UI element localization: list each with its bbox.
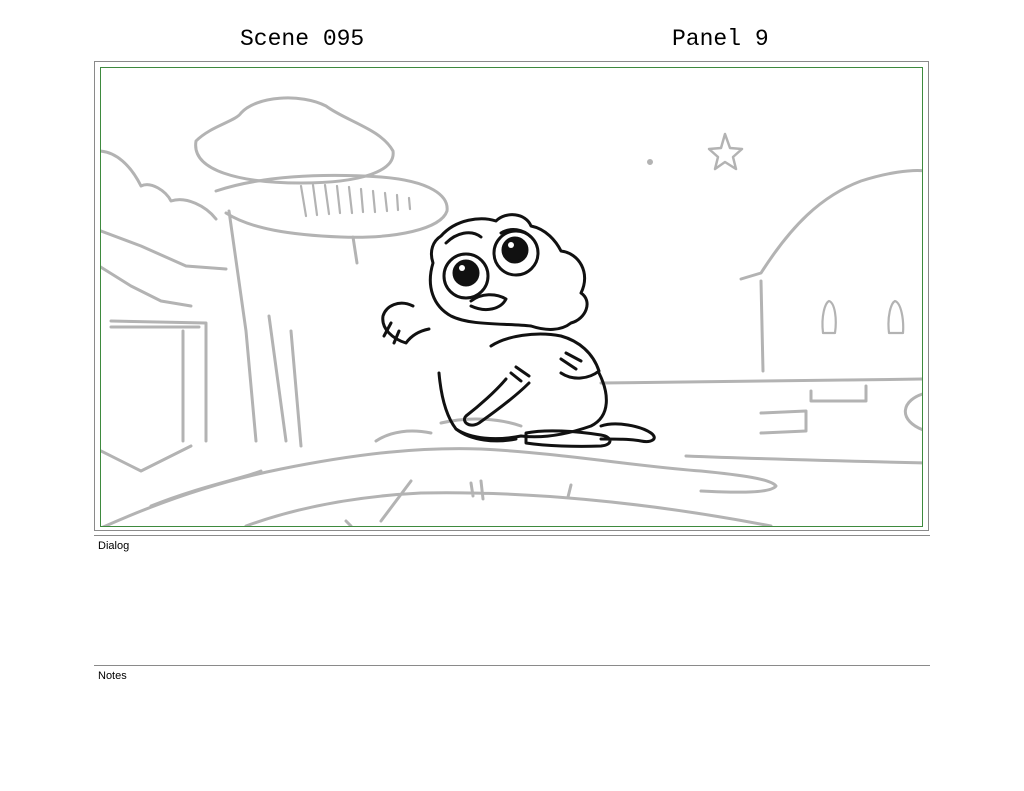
hill (101, 447, 778, 526)
notes-divider (94, 665, 930, 666)
right-window-1 (821, 299, 837, 335)
dialog-text[interactable] (98, 556, 926, 660)
character-arm (463, 332, 601, 427)
notes-text[interactable] (98, 686, 926, 782)
notes-label: Notes (98, 670, 127, 682)
left-house (101, 229, 228, 473)
panel-number: Panel 9 (672, 26, 769, 52)
star (707, 132, 744, 171)
character-mouth (469, 293, 508, 311)
character-body (437, 371, 608, 441)
dialog-divider (94, 535, 930, 536)
storyboard-sketch (101, 96, 922, 526)
tower-mushroom-cap (194, 96, 395, 185)
character (381, 213, 656, 448)
right-building (599, 169, 922, 465)
scene-number: Scene 095 (240, 26, 365, 52)
tower (214, 173, 449, 443)
left-bushes (101, 149, 218, 221)
panel-frame (100, 67, 923, 527)
right-window-2 (887, 299, 905, 335)
dialog-label: Dialog (98, 540, 130, 552)
